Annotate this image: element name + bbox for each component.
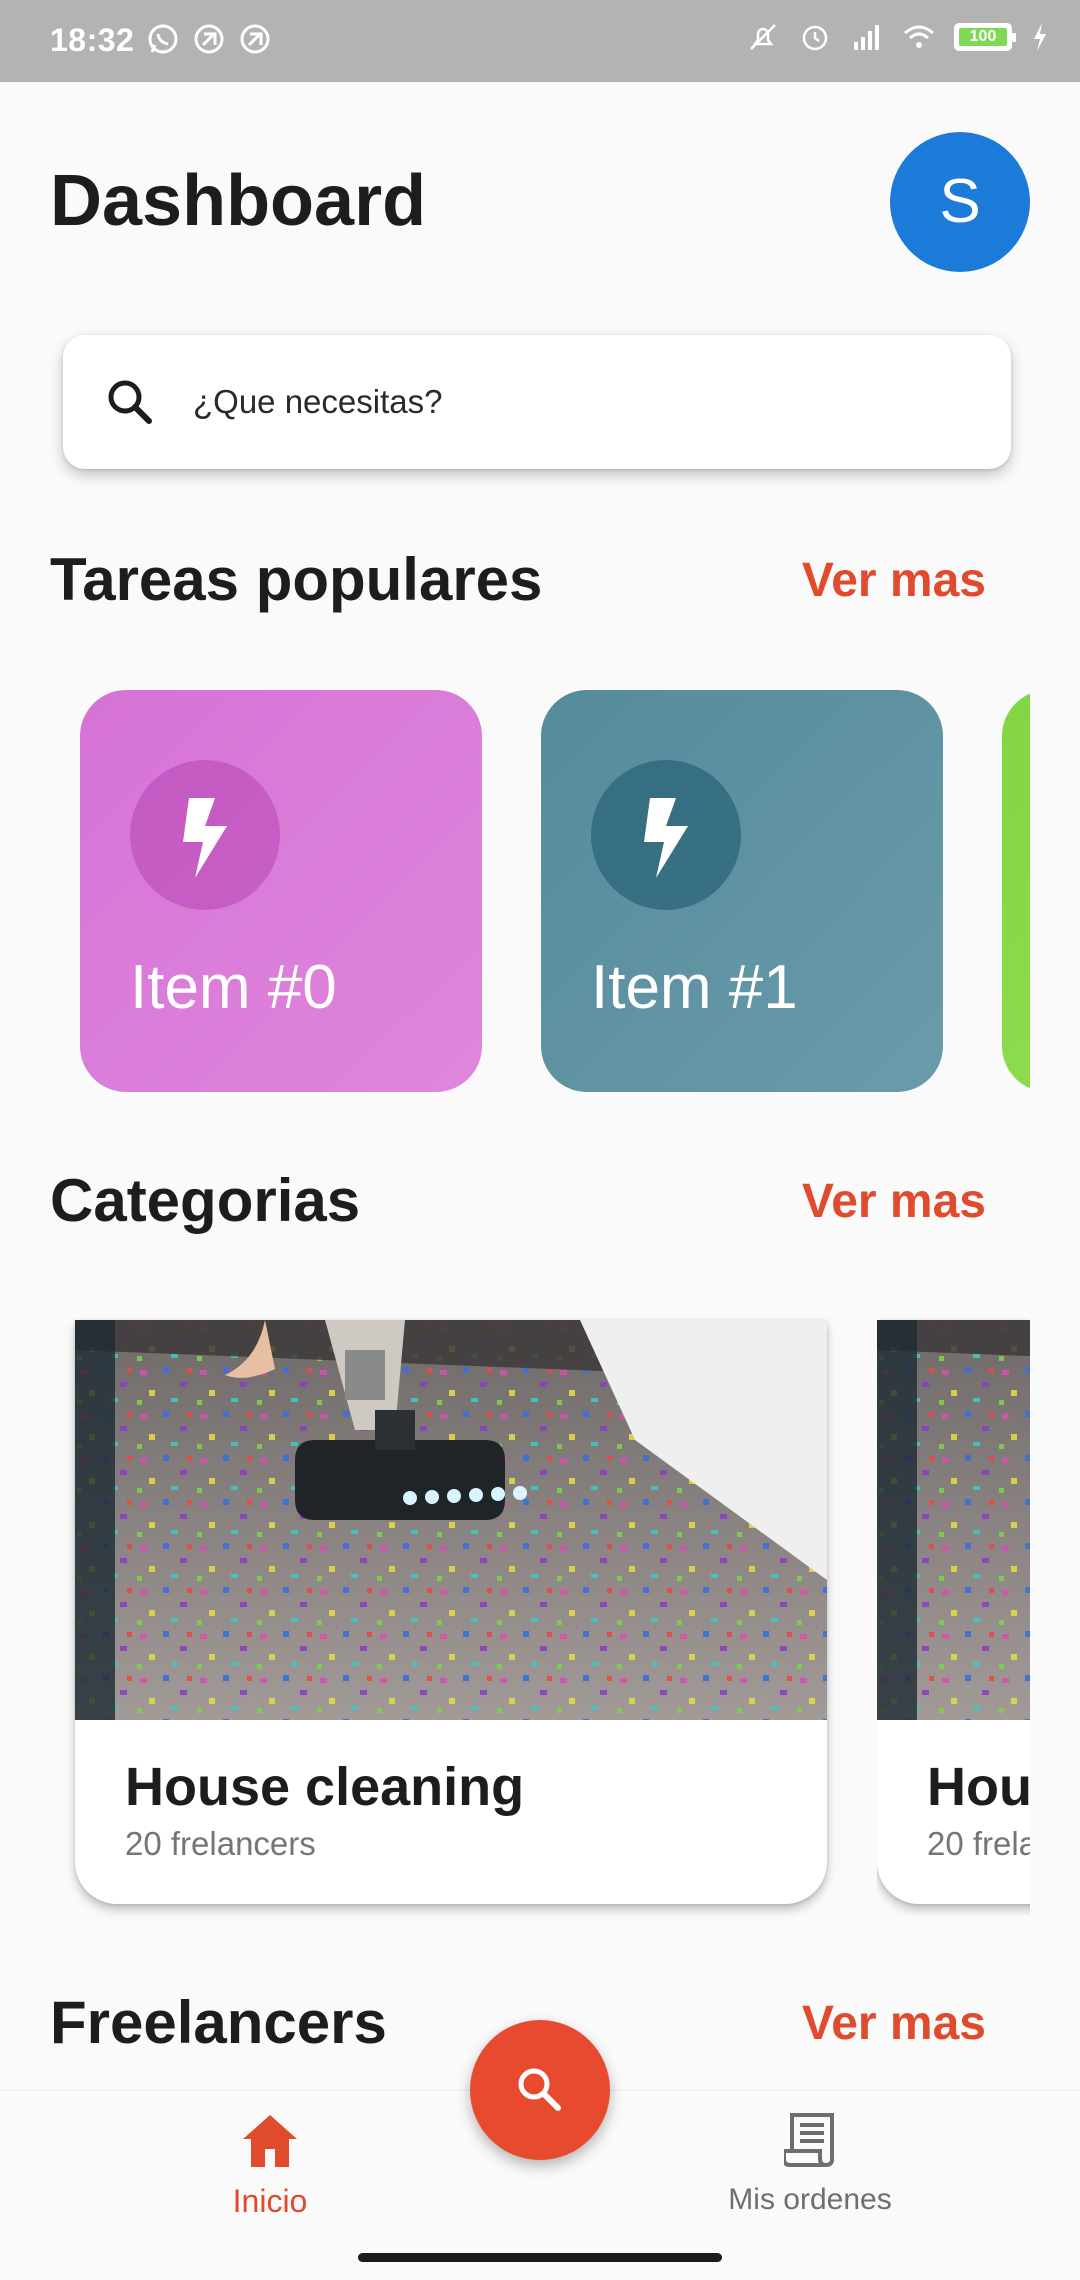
home-indicator[interactable] — [358, 2253, 722, 2262]
flash-icon — [644, 798, 688, 878]
popular-tasks-see-more[interactable]: Ver mas — [802, 553, 986, 608]
category-card[interactable]: House cleaning 20 frelancers — [75, 1320, 827, 1904]
receipt-icon — [784, 2113, 834, 2167]
category-subtitle: 20 frelancers — [927, 1825, 1030, 1862]
freelancers-see-more[interactable]: Ver mas — [802, 1996, 986, 2051]
charging-icon — [1034, 23, 1046, 51]
home-icon — [243, 2115, 297, 2167]
wifi-icon — [904, 25, 934, 48]
categories-title: Categorias — [50, 1167, 361, 1234]
notification-icon — [240, 24, 270, 54]
category-card[interactable]: House cleaning 20 frelancers — [877, 1320, 1030, 1904]
status-bar: 18:32 100 — [0, 0, 1080, 82]
categories-see-more[interactable]: Ver mas — [802, 1174, 986, 1229]
category-title: House cleaning — [927, 1757, 1030, 1817]
nav-label: Inicio — [232, 2183, 308, 2219]
nav-item-mis-ordenes[interactable]: Mis ordenes — [660, 2091, 960, 2241]
category-subtitle: 20 frelancers — [125, 1825, 316, 1862]
page-title: Dashboard — [50, 161, 427, 241]
search-fab[interactable] — [470, 2020, 610, 2160]
mute-icon — [750, 24, 776, 50]
nav-item-inicio[interactable]: Inicio — [120, 2091, 420, 2241]
avatar[interactable]: S — [890, 132, 1030, 272]
search-bar[interactable] — [63, 335, 1011, 469]
category-title: House cleaning — [125, 1757, 525, 1817]
task-label: Item #1 — [591, 953, 798, 1022]
task-card[interactable] — [1002, 690, 1030, 1092]
flash-icon — [183, 798, 227, 878]
status-time: 18:32 — [50, 22, 135, 58]
freelancers-title: Freelancers — [50, 1989, 387, 2056]
signal-icon — [854, 25, 879, 50]
search-icon — [518, 2068, 561, 2111]
nav-label: Mis ordenes — [728, 2183, 892, 2216]
popular-tasks-title: Tareas populares — [50, 546, 543, 613]
whatsapp-icon — [148, 24, 178, 54]
search-input[interactable] — [185, 363, 965, 441]
task-card[interactable]: Item #1 — [541, 690, 943, 1092]
task-label: Item #0 — [130, 953, 337, 1022]
search-icon — [108, 380, 152, 424]
category-image — [877, 1320, 1030, 1720]
notification-icon — [194, 24, 224, 54]
task-card[interactable]: Item #0 — [80, 690, 482, 1092]
category-image — [75, 1320, 827, 1720]
alarm-icon — [802, 25, 828, 51]
battery-icon: 100 — [954, 23, 1016, 51]
